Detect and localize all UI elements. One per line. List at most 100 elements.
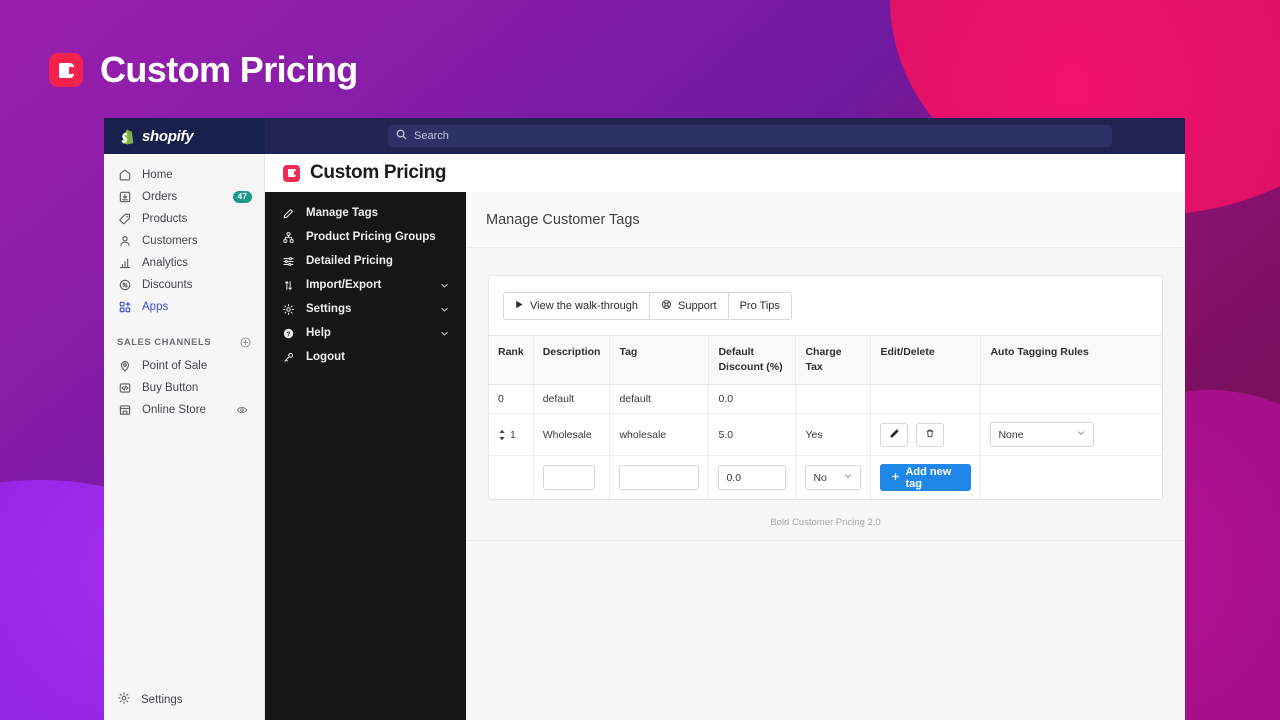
cell-charge-tax <box>795 384 872 415</box>
menu-item-import-export[interactable]: Import/Export <box>265 273 466 297</box>
button-label: Pro Tips <box>739 300 780 312</box>
new-discount-input[interactable]: 0.0 <box>718 465 787 491</box>
menu-item-label: Detailed Pricing <box>306 255 393 267</box>
orders-badge: 47 <box>232 191 252 203</box>
shopify-bag-icon <box>119 128 135 145</box>
app-menu: Manage Tags Product Pricing Groups Detai… <box>265 192 466 720</box>
browser-window: shopify Search Home Orders 47 Products C… <box>104 118 1185 720</box>
menu-item-product-pricing-groups[interactable]: Product Pricing Groups <box>265 225 466 249</box>
customer-tags-table: Rank Description Tag Default Discount (%… <box>489 334 1162 500</box>
eye-icon[interactable] <box>231 403 253 420</box>
storefront-icon <box>117 403 132 418</box>
menu-item-settings[interactable]: Settings <box>265 297 466 321</box>
cell-discount: 5.0 <box>708 413 797 457</box>
menu-item-detailed-pricing[interactable]: Detailed Pricing <box>265 249 466 273</box>
cell-tag: wholesale <box>609 413 710 457</box>
content-scroll-area: View the walk-through Support Pro Tips R… <box>466 248 1185 720</box>
sliders-icon <box>281 255 295 268</box>
tags-card: View the walk-through Support Pro Tips R… <box>488 275 1163 501</box>
cell-new-charge-tax: No <box>795 455 872 500</box>
support-button[interactable]: Support <box>650 293 729 319</box>
svg-text:?: ? <box>286 331 290 338</box>
sidebar-item-label: Analytics <box>142 257 189 269</box>
sort-handle-icon[interactable] <box>498 429 506 441</box>
cell-auto-tagging-empty <box>981 456 1162 500</box>
chevron-down-icon <box>843 471 853 484</box>
sidebar-item-label: Point of Sale <box>142 360 208 372</box>
delete-button[interactable] <box>916 422 945 447</box>
sidebar-item-products[interactable]: Products <box>104 208 264 230</box>
view-walkthrough-button[interactable]: View the walk-through <box>504 293 651 319</box>
charge-tax-select[interactable]: No <box>805 465 862 491</box>
new-tag-input[interactable] <box>619 465 700 491</box>
location-pin-icon <box>117 359 132 374</box>
key-icon <box>281 351 295 364</box>
cell-auto-tagging: None <box>980 413 1162 457</box>
search-input[interactable]: Search <box>388 125 1112 147</box>
page-title: Custom Pricing <box>100 49 358 90</box>
section-heading: Manage Customer Tags <box>486 211 640 228</box>
chevron-down-icon[interactable] <box>439 328 450 339</box>
app-title: Custom Pricing <box>310 162 447 183</box>
sales-channels-header: SALES CHANNELS <box>104 336 264 349</box>
transfer-icon <box>281 279 295 292</box>
tag-icon <box>117 212 132 227</box>
pro-tips-button[interactable]: Pro Tips <box>728 293 791 319</box>
sidebar-item-label: Online Store <box>142 404 206 416</box>
sidebar-item-point-of-sale[interactable]: Point of Sale <box>104 355 264 377</box>
menu-item-logout[interactable]: Logout <box>265 345 466 369</box>
percent-icon <box>117 278 132 293</box>
menu-item-manage-tags[interactable]: Manage Tags <box>265 201 466 225</box>
menu-item-help[interactable]: ? Help <box>265 321 466 345</box>
gear-icon <box>117 691 131 708</box>
cell-new-description <box>533 455 611 500</box>
col-header-edit-delete: Edit/Delete <box>870 334 982 386</box>
menu-item-label: Import/Export <box>306 279 382 291</box>
tag-icon <box>281 207 295 220</box>
cell-rank: 1 <box>489 413 534 457</box>
add-new-tag-button[interactable]: Add new tag <box>880 464 972 492</box>
shopify-topbar: shopify Search <box>104 118 1185 154</box>
plus-circle-icon[interactable] <box>239 336 252 349</box>
sidebar-item-analytics[interactable]: Analytics <box>104 252 264 274</box>
cell-auto-tagging <box>980 384 1162 415</box>
add-button-label: Add new tag <box>905 465 952 490</box>
cell-new-tag <box>609 455 710 500</box>
chevron-down-icon[interactable] <box>439 280 450 291</box>
sidebar-item-apps[interactable]: Apps <box>104 296 264 318</box>
search-icon <box>396 127 407 145</box>
cell-description: default <box>533 384 611 415</box>
sidebar-item-settings[interactable]: Settings <box>104 691 264 708</box>
sidebar-item-label: Customers <box>142 235 198 247</box>
content-header: Manage Customer Tags <box>466 192 1185 248</box>
shopify-sidebar: Home Orders 47 Products Customers Analyt… <box>104 154 265 720</box>
app-header: Custom Pricing <box>265 154 1185 192</box>
bold-b-logo-icon <box>49 53 83 87</box>
table-row: 0 default default 0.0 <box>489 384 1162 415</box>
charge-tax-value: No <box>813 471 827 484</box>
shopify-wordmark: shopify <box>142 127 194 145</box>
col-header-description: Description <box>533 334 611 386</box>
menu-item-label: Settings <box>306 303 352 315</box>
play-icon <box>515 300 524 312</box>
sidebar-item-online-store[interactable]: Online Store <box>104 399 264 421</box>
chevron-down-icon[interactable] <box>439 304 450 315</box>
sidebar-item-discounts[interactable]: Discounts <box>104 274 264 296</box>
auto-tagging-select[interactable]: None <box>990 422 1095 448</box>
edit-button[interactable] <box>880 422 909 447</box>
cell-rank-empty <box>489 455 534 500</box>
sidebar-item-buy-button[interactable]: Buy Button <box>104 377 264 399</box>
cell-edit-delete <box>870 384 982 415</box>
sidebar-item-home[interactable]: Home <box>104 164 264 186</box>
help-icon: ? <box>281 327 295 340</box>
card-toolbar: View the walk-through Support Pro Tips <box>489 276 1162 335</box>
shopify-logo-zone[interactable]: shopify <box>104 118 265 154</box>
new-description-input[interactable] <box>542 465 595 491</box>
sidebar-item-label: Apps <box>142 301 169 313</box>
lifebuoy-icon <box>661 299 672 313</box>
sidebar-item-orders[interactable]: Orders 47 <box>104 186 264 208</box>
bold-b-logo-icon <box>283 164 300 182</box>
trash-icon <box>925 428 935 442</box>
sidebar-item-customers[interactable]: Customers <box>104 230 264 252</box>
person-icon <box>117 234 132 249</box>
